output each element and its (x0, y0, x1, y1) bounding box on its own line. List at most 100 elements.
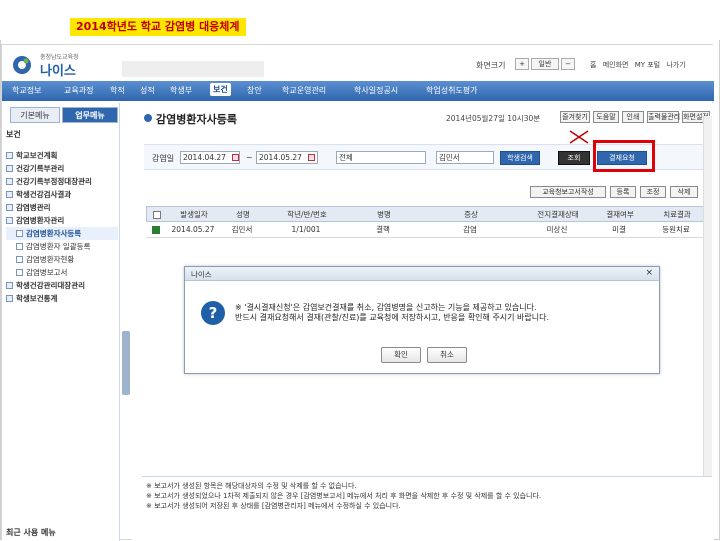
menu-health[interactable]: 보건 (210, 83, 231, 96)
cell-grade-class: 1/1/001 (291, 225, 321, 234)
menu-achievement-eval[interactable]: 학업성취도평가 (426, 85, 478, 96)
close-icon[interactable]: × (645, 268, 653, 278)
tree-item-label: 감염병환자사등록 (26, 229, 82, 238)
tree-item-health-record[interactable]: 건강기록부관리 (6, 162, 118, 175)
dialog-message-line2: 반드시 결재요청해서 결재(관찰/진료)를 교육청에 저장하시고, 반응을 확인… (235, 313, 550, 322)
tree-item-bulk-register[interactable]: 감염병환자 일괄등록 (6, 240, 118, 253)
menu-schedule-disclosure[interactable]: 학사일정공시 (354, 85, 398, 96)
tab-work-menu[interactable]: 업무메뉴 (62, 107, 118, 123)
cell-treatment-result: 등원치료 (662, 225, 690, 234)
sidebar-section-label: 보건 (6, 130, 21, 139)
register-button[interactable]: 등록 (610, 186, 636, 198)
notice-line: ※ 보고서가 생성되어 저장된 후 상태를 [감염병관리자] 메뉴에서 수정하실… (146, 502, 401, 510)
top-link-main[interactable]: 메인화면 (603, 61, 629, 69)
row-checkbox[interactable] (152, 226, 160, 234)
page-icon (16, 230, 23, 237)
col-name[interactable]: 성명 (221, 207, 265, 223)
zoom-normal-button[interactable]: 일반 (531, 58, 559, 70)
dialog-title: 나이스 (191, 270, 212, 279)
delete-button[interactable]: 삭제 (670, 186, 698, 198)
folder-icon (6, 191, 13, 198)
menu-curriculum[interactable]: 교육과정 (64, 85, 93, 96)
favorites-button[interactable]: 즐겨찾기 (560, 111, 590, 123)
zoom-out-button[interactable]: − (561, 58, 575, 70)
date-range-separator: ~ (246, 153, 253, 162)
tree-item-student-health-ledger[interactable]: 학생건강관리대장관리 (6, 279, 118, 292)
date-from-field[interactable]: 2014.04.27 (180, 151, 240, 164)
tree-item-label: 학생보건통계 (16, 294, 58, 303)
table-row[interactable]: 2014.05.27 김민서 1/1/001 결핵 감염 미상신 미결 등원치료 (146, 222, 712, 238)
page-title: 감염병환자사등록 (156, 113, 237, 126)
screen-size-label: 화면크기 (476, 61, 506, 70)
tree-item-patient-status[interactable]: 감염병환자현황 (6, 253, 118, 266)
tree-item-label: 건강기록부관리 (16, 164, 65, 173)
menu-student-record[interactable]: 학생부 (170, 85, 192, 96)
recent-menu-label: 최근 사용 메뉴 (6, 528, 56, 537)
search-button[interactable]: 조회 (558, 151, 590, 165)
top-link-exit[interactable]: 나가기 (666, 61, 685, 69)
print-button[interactable]: 인쇄 (622, 111, 644, 123)
menu-records[interactable]: 학적 (110, 85, 125, 96)
select-all-checkbox[interactable] (153, 211, 161, 219)
menu-tree: 학교보건계획 건강기록부관리 건강기록부정정대장관리 학생건강검사결과 감염병관… (6, 149, 118, 305)
tree-item-school-health-plan[interactable]: 학교보건계획 (6, 149, 118, 162)
col-approval-status[interactable]: 전지결재상태 (523, 207, 593, 223)
confirm-dialog: 나이스 × ? ※ '결시결재신청'은 감염보건결재를 취소, 감염병명을 신고… (184, 266, 660, 374)
datetime-stamp: 2014년05월27일 10시30분 (446, 114, 541, 123)
tree-item-infection-mgmt[interactable]: 감염병관리 (6, 201, 118, 214)
col-approval-flag[interactable]: 결재여부 (595, 207, 645, 223)
col-treatment-result[interactable]: 치료결과 (647, 207, 707, 223)
ok-button[interactable]: 확인 (381, 347, 421, 363)
app-header: 충청남도교육청 나이스 화면크기 + 일반 − 홈 메인화면 MY 포털 나가기 (2, 45, 714, 81)
main-menubar: 학교정보 교육과정 학적 성적 학생부 보건 창안 학교운영관리 학사일정공시 … (2, 81, 714, 101)
dialog-message: ※ '결시결재신청'은 감염보건결재를 취소, 감염병명을 신고하는 기능을 제… (235, 303, 549, 323)
output-mgmt-button[interactable]: 출력물관리 (647, 111, 680, 123)
calendar-icon[interactable] (308, 154, 315, 161)
top-links: 홈 메인화면 MY 포털 나가기 (590, 60, 690, 70)
double-arrow-annotation-icon (569, 130, 589, 144)
folder-open-icon (6, 217, 13, 224)
tree-item-label: 감염병관리 (16, 203, 51, 212)
scope-select[interactable]: 전체 (336, 151, 426, 164)
zoom-in-button[interactable]: + (515, 58, 529, 70)
tree-item-patient-mgmt[interactable]: 감염병환자관리 (6, 214, 118, 227)
student-search-button[interactable]: 학생검색 (500, 151, 540, 165)
tree-item-patient-register[interactable]: 감염병환자사등록 (6, 227, 118, 240)
calendar-icon[interactable] (232, 154, 239, 161)
tree-item-label: 학생건강관리대장관리 (16, 281, 85, 290)
tree-item-label: 감염병환자 일괄등록 (26, 242, 91, 251)
tree-item-label: 학교보건계획 (16, 151, 58, 160)
adjust-button[interactable]: 조정 (640, 186, 666, 198)
col-symptom[interactable]: 증상 (421, 207, 521, 223)
question-icon: ? (201, 301, 225, 325)
col-grade-class[interactable]: 학년/반/번호 (267, 207, 347, 223)
folder-icon (6, 204, 13, 211)
title-bullet-icon (144, 114, 152, 122)
folder-icon (6, 165, 13, 172)
grid-header: 발생일자 성명 학년/반/번호 병명 증상 전지결재상태 결재여부 치료결과 (146, 206, 712, 222)
top-link-home[interactable]: 홈 (590, 61, 596, 69)
top-link-myportal[interactable]: MY 포털 (635, 61, 660, 69)
content-scrollbar[interactable] (703, 116, 712, 496)
cancel-button[interactable]: 취소 (427, 347, 467, 363)
col-occur-date[interactable]: 발생일자 (169, 207, 219, 223)
menu-school-operation[interactable]: 학교운영관리 (282, 85, 326, 96)
tree-item-health-statistics[interactable]: 학생보건통계 (6, 292, 118, 305)
menu-grades[interactable]: 성적 (140, 85, 155, 96)
header-banner (122, 61, 264, 77)
tab-basic-menu[interactable]: 기본메뉴 (10, 107, 60, 123)
help-button[interactable]: 도움말 (593, 111, 619, 123)
create-report-button[interactable]: 교육청보고서작성 (530, 186, 606, 198)
menu-changan[interactable]: 창안 (247, 85, 262, 96)
logo-name: 나이스 (40, 64, 76, 79)
sidebar-collapse-handle[interactable] (122, 331, 130, 395)
page-icon (16, 243, 23, 250)
student-name-field[interactable]: 김민서 (436, 151, 494, 164)
tree-item-record-correction[interactable]: 건강기록부정정대장관리 (6, 175, 118, 188)
folder-icon (6, 178, 13, 185)
tree-item-checkup-results[interactable]: 학생건강검사결과 (6, 188, 118, 201)
col-disease[interactable]: 병명 (349, 207, 419, 223)
tree-item-report[interactable]: 감염병보고서 (6, 266, 118, 279)
menu-school-info[interactable]: 학교정보 (12, 85, 41, 96)
dialog-titlebar: 나이스 × (185, 267, 659, 281)
